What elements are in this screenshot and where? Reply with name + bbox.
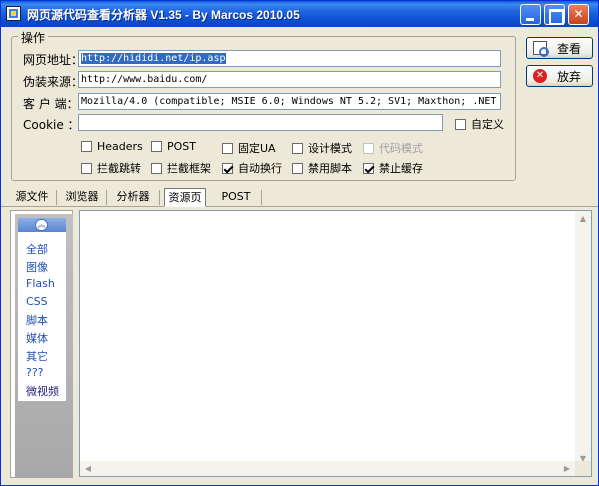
- block-redirect-checkbox[interactable]: 拦截跳转: [81, 160, 141, 176]
- sidebar-item-media[interactable]: 媒体: [26, 330, 48, 346]
- block-frames-checkbox-box[interactable]: [151, 162, 162, 174]
- scrollbar-corner: [575, 461, 591, 476]
- resource-content-area[interactable]: [79, 210, 592, 477]
- tab-separator: [56, 190, 57, 205]
- auto-wrap-checkbox[interactable]: 自动换行: [222, 160, 282, 176]
- sidebar-item-css[interactable]: CSS: [26, 295, 48, 308]
- tab-resources[interactable]: 资源页: [164, 188, 206, 207]
- referer-input[interactable]: http://www.baidu.com/: [78, 71, 501, 88]
- sidebar-item-video[interactable]: 微视频: [26, 383, 59, 399]
- minimize-button[interactable]: [520, 4, 541, 25]
- app-window: 网页源代码查看分析器 V1.35 - By Marcos 2010.05 ✕ 操…: [0, 0, 599, 486]
- post-checkbox[interactable]: POST: [151, 140, 196, 153]
- auto-wrap-checkbox-label: 自动换行: [238, 162, 282, 175]
- tab-source-file[interactable]: 源文件: [13, 188, 51, 207]
- headers-checkbox-box[interactable]: [81, 141, 92, 152]
- fixed-ua-checkbox[interactable]: 固定UA: [222, 140, 276, 156]
- tab-post[interactable]: POST: [216, 188, 256, 207]
- url-value: http://hididi.net/ip.asp: [81, 53, 226, 64]
- maximize-button[interactable]: [544, 4, 565, 25]
- sidebar-item-other[interactable]: 其它: [26, 348, 48, 364]
- tab-separator: [106, 190, 107, 205]
- tab-baseline: [1, 206, 598, 207]
- user-agent-label: 客 户 端：: [23, 97, 79, 111]
- disable-script-checkbox-label: 禁用脚本: [308, 162, 352, 175]
- vertical-scrollbar[interactable]: ▲ ▼: [575, 211, 591, 466]
- block-redirect-checkbox-box[interactable]: [81, 162, 92, 174]
- sidebar-item-unknown[interactable]: ???: [26, 366, 44, 379]
- block-redirect-checkbox-label: 拦截跳转: [97, 162, 141, 175]
- design-mode-checkbox-label: 设计模式: [308, 142, 352, 155]
- window-title: 网页源代码查看分析器 V1.35 - By Marcos 2010.05: [27, 8, 300, 22]
- view-button-label: 查看: [557, 41, 582, 56]
- sidebar-item-scripts[interactable]: 脚本: [26, 312, 48, 328]
- sidebar-item-flash[interactable]: Flash: [26, 277, 55, 290]
- tab-separator: [159, 190, 160, 205]
- collapse-icon[interactable]: ︽: [35, 219, 48, 231]
- resource-panel-header[interactable]: ︽: [18, 218, 66, 232]
- custom-checkbox-label: 自定义: [471, 118, 504, 131]
- fixed-ua-checkbox-label: 固定UA: [238, 142, 276, 155]
- search-icon: [533, 41, 549, 57]
- disable-cache-checkbox-box[interactable]: [363, 162, 374, 174]
- referer-label: 伪装来源：: [23, 75, 84, 89]
- operation-group-label: 操作: [18, 29, 49, 46]
- title-bar[interactable]: 网页源代码查看分析器 V1.35 - By Marcos 2010.05 ✕: [1, 1, 598, 27]
- sidebar-item-all[interactable]: 全部: [26, 241, 48, 257]
- scroll-right-icon[interactable]: ▶: [559, 461, 575, 476]
- disable-cache-checkbox-label: 禁止缓存: [379, 162, 423, 175]
- app-icon: [6, 6, 21, 21]
- disable-script-checkbox[interactable]: 禁用脚本: [292, 160, 352, 176]
- block-frames-checkbox-label: 拦截框架: [167, 162, 211, 175]
- design-mode-checkbox-box[interactable]: [292, 142, 303, 154]
- fixed-ua-checkbox-box[interactable]: [222, 142, 233, 154]
- scroll-up-icon[interactable]: ▲: [575, 211, 591, 226]
- user-agent-input[interactable]: Mozilla/4.0 (compatible; MSIE 6.0; Windo…: [78, 93, 501, 110]
- view-button[interactable]: 查看: [526, 37, 593, 59]
- cancel-icon: ✕: [533, 69, 547, 83]
- post-checkbox-box[interactable]: [151, 141, 162, 152]
- cookie-label: Cookie ：: [23, 118, 80, 132]
- discard-button-label: 放弃: [557, 69, 582, 84]
- horizontal-scrollbar[interactable]: ◀ ▶: [80, 461, 575, 476]
- tab-browser[interactable]: 浏览器: [63, 188, 101, 207]
- custom-checkbox[interactable]: 自定义: [455, 116, 504, 132]
- code-mode-checkbox: 代码模式: [363, 140, 423, 156]
- block-frames-checkbox[interactable]: 拦截框架: [151, 160, 211, 176]
- discard-button[interactable]: ✕ 放弃: [526, 65, 593, 87]
- close-button[interactable]: ✕: [568, 4, 589, 25]
- disable-cache-checkbox[interactable]: 禁止缓存: [363, 160, 423, 176]
- tab-separator: [261, 190, 262, 205]
- headers-checkbox-label: Headers: [97, 140, 143, 153]
- tab-analyzer[interactable]: 分析器: [113, 188, 153, 207]
- url-label: 网页地址：: [23, 53, 84, 67]
- auto-wrap-checkbox-box[interactable]: [222, 162, 233, 174]
- disable-script-checkbox-box[interactable]: [292, 162, 303, 174]
- headers-checkbox[interactable]: Headers: [81, 140, 143, 153]
- code-mode-checkbox-label: 代码模式: [379, 142, 423, 155]
- scroll-left-icon[interactable]: ◀: [80, 461, 96, 476]
- url-input[interactable]: http://hididi.net/ip.asp: [78, 50, 501, 67]
- custom-checkbox-box[interactable]: [455, 118, 466, 130]
- design-mode-checkbox[interactable]: 设计模式: [292, 140, 352, 156]
- cookie-input[interactable]: [78, 114, 443, 131]
- sidebar-item-images[interactable]: 图像: [26, 259, 48, 275]
- code-mode-checkbox-box: [363, 142, 374, 154]
- post-checkbox-label: POST: [167, 140, 196, 153]
